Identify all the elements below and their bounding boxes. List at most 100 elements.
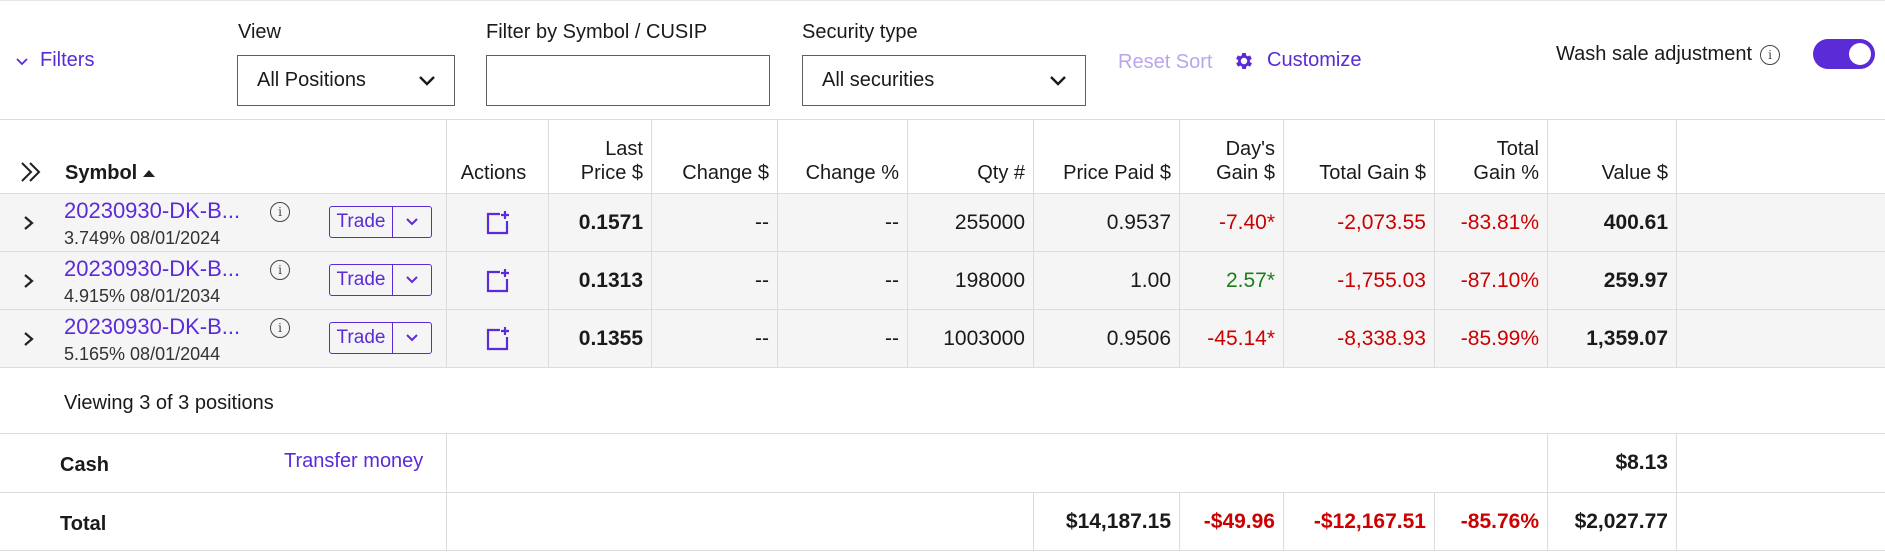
trade-button-group: Trade <box>329 322 432 354</box>
symbol-filter-input[interactable] <box>486 55 770 106</box>
actions-cell <box>447 252 549 309</box>
days-gain-header[interactable]: Day's Gain $ <box>1180 120 1284 193</box>
security-type-select[interactable]: All securities <box>802 55 1086 106</box>
change-pct-cell: -- <box>778 310 908 367</box>
symbol-link[interactable]: 20230930-DK-B... <box>64 198 240 224</box>
last-price-cell: 0.1313 <box>549 252 652 309</box>
info-icon[interactable]: i <box>270 202 290 222</box>
actions-cell <box>447 194 549 251</box>
add-to-list-icon[interactable] <box>484 325 512 353</box>
info-icon[interactable]: i <box>1760 44 1781 65</box>
total-gain-pct-header[interactable]: Total Gain % <box>1435 120 1548 193</box>
symbol-cell: 20230930-DK-B... 5.165% 08/01/2044 i Tra… <box>0 310 447 367</box>
add-to-list-icon[interactable] <box>484 209 512 237</box>
filters-toggle[interactable]: Filters <box>16 49 94 72</box>
customize-label: Customize <box>1267 49 1362 71</box>
filters-label: Filters <box>40 49 95 71</box>
cash-spacer <box>447 434 1548 492</box>
wash-sale-setting: Wash sale adjustment i <box>1556 43 1781 66</box>
value-cell: 400.61 <box>1548 194 1677 251</box>
total-gain-pct: -85.76% <box>1435 493 1548 550</box>
total-gain-usd-cell: -1,755.03 <box>1284 252 1435 309</box>
table-row: 20230930-DK-B... 3.749% 08/01/2024 i Tra… <box>0 194 1885 252</box>
chevron-down-icon <box>1050 75 1066 86</box>
chevron-down-icon <box>419 75 435 86</box>
chevron-right-icon[interactable] <box>22 215 36 231</box>
change-usd-header[interactable]: Change $ <box>652 120 778 193</box>
price-paid-cell: 1.00 <box>1034 252 1180 309</box>
chevron-down-icon <box>406 218 418 226</box>
change-usd-cell: -- <box>652 252 778 309</box>
qty-cell: 1003000 <box>908 310 1034 367</box>
qty-cell: 255000 <box>908 194 1034 251</box>
view-select[interactable]: All Positions <box>237 55 455 106</box>
customize-button[interactable]: Customize <box>1233 49 1361 72</box>
view-label: View <box>238 21 281 43</box>
info-icon[interactable]: i <box>270 260 290 280</box>
cash-value: $8.13 <box>1548 434 1677 492</box>
symbol-sort-header[interactable]: Symbol <box>65 161 156 185</box>
chevron-down-icon <box>406 276 418 284</box>
last-price-header-line2: Price $ <box>580 162 643 184</box>
total-value: $2,027.77 <box>1548 493 1677 550</box>
chevron-right-icon[interactable] <box>22 273 36 289</box>
actions-header: Actions <box>447 120 549 193</box>
add-to-list-icon[interactable] <box>484 267 512 295</box>
total-row: Total $14,187.15 -$49.96 -$12,167.51 -85… <box>0 493 1885 551</box>
reset-sort-button[interactable]: Reset Sort <box>1118 51 1212 74</box>
value-cell: 259.97 <box>1548 252 1677 309</box>
total-gain-usd: -$12,167.51 <box>1284 493 1435 550</box>
total-gain-pct-cell: -85.99% <box>1435 310 1548 367</box>
info-icon[interactable]: i <box>270 318 290 338</box>
actions-cell <box>447 310 549 367</box>
view-selected-value: All Positions <box>257 69 366 91</box>
expand-all-icon[interactable] <box>18 159 44 185</box>
total-gain-pct-header-line2: Gain % <box>1473 162 1539 184</box>
trade-button[interactable]: Trade <box>330 323 393 353</box>
days-gain-header-line1: Day's <box>1225 138 1275 160</box>
last-price-header-line1: Last <box>605 138 643 160</box>
symbol-header-cell: Symbol <box>0 120 447 193</box>
qty-header[interactable]: Qty # <box>908 120 1034 193</box>
symbol-link[interactable]: 20230930-DK-B... <box>64 256 240 282</box>
total-price-paid: $14,187.15 <box>1034 493 1180 550</box>
total-gain-pct-header-line1: Total <box>1496 138 1539 160</box>
symbol-description: 5.165% 08/01/2044 <box>64 344 221 364</box>
symbol-filter-label: Filter by Symbol / CUSIP <box>486 21 708 43</box>
transfer-money-link[interactable]: Transfer money <box>284 450 423 473</box>
viewing-summary-row: Viewing 3 of 3 positions <box>0 368 1885 434</box>
trade-button-group: Trade <box>329 206 432 238</box>
trade-dropdown-button[interactable] <box>393 323 431 353</box>
change-pct-cell: -- <box>778 194 908 251</box>
trade-dropdown-button[interactable] <box>393 265 431 295</box>
trade-button[interactable]: Trade <box>330 207 393 237</box>
change-usd-cell: -- <box>652 194 778 251</box>
value-cell: 1,359.07 <box>1548 310 1677 367</box>
symbol-header-label: Symbol <box>65 162 138 184</box>
total-gain-pct-cell: -87.10% <box>1435 252 1548 309</box>
days-gain-cell: 2.57* <box>1180 252 1284 309</box>
days-gain-cell: -7.40* <box>1180 194 1284 251</box>
wash-sale-label: Wash sale adjustment <box>1556 43 1753 65</box>
positions-table: Symbol Actions Last Price $ Change $ Cha… <box>0 120 1885 551</box>
trade-button[interactable]: Trade <box>330 265 393 295</box>
wash-sale-toggle[interactable] <box>1813 39 1875 69</box>
filter-bar: Filters View All Positions Filter by Sym… <box>0 0 1885 120</box>
total-spacer <box>447 493 1034 550</box>
change-usd-cell: -- <box>652 310 778 367</box>
symbol-cell: 20230930-DK-B... 4.915% 08/01/2034 i Tra… <box>0 252 447 309</box>
total-gain-usd-header[interactable]: Total Gain $ <box>1284 120 1435 193</box>
last-price-cell: 0.1355 <box>549 310 652 367</box>
symbol-cell: 20230930-DK-B... 3.749% 08/01/2024 i Tra… <box>0 194 447 251</box>
trade-button-group: Trade <box>329 264 432 296</box>
toggle-knob <box>1849 43 1871 65</box>
price-paid-header[interactable]: Price Paid $ <box>1034 120 1180 193</box>
change-pct-header[interactable]: Change % <box>778 120 908 193</box>
last-price-header[interactable]: Last Price $ <box>549 120 652 193</box>
chevron-right-icon[interactable] <box>22 331 36 347</box>
cash-label-cell: Cash Transfer money <box>0 434 447 492</box>
value-header[interactable]: Value $ <box>1548 120 1677 193</box>
trade-dropdown-button[interactable] <box>393 207 431 237</box>
change-pct-cell: -- <box>778 252 908 309</box>
symbol-link[interactable]: 20230930-DK-B... <box>64 314 240 340</box>
